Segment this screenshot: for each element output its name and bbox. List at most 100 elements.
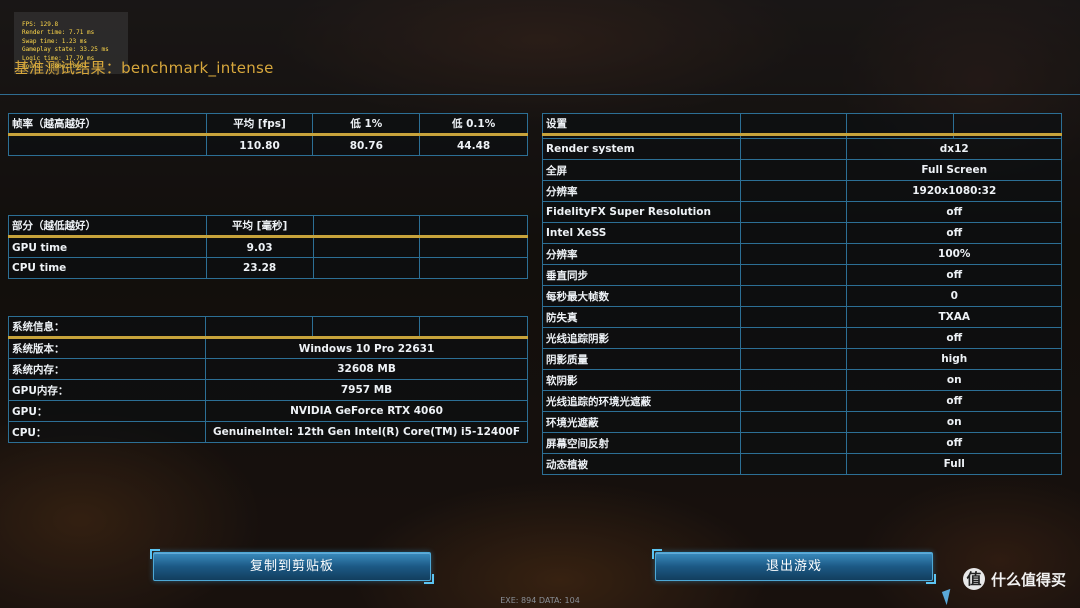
fps-value-low1: 80.76 xyxy=(312,134,421,156)
fps-table: 帧率（越高越好） 平均 [fps] 低 1% 低 0.1% 110.80 80.… xyxy=(8,113,528,156)
settings-header: 设置 xyxy=(542,113,741,136)
watermark-logo-icon: 值 xyxy=(962,568,985,590)
system-row-label: GPU： xyxy=(7,400,207,422)
system-row-label: 系统内存： xyxy=(7,358,207,380)
empty-cell xyxy=(846,113,955,136)
parts-row-label: CPU time xyxy=(8,257,207,279)
empty-cell xyxy=(739,243,848,265)
empty-cell xyxy=(418,316,529,339)
watermark: 值 什么值得买 xyxy=(962,568,1066,590)
debug-line: Swap time: 1.23 ms xyxy=(22,37,88,45)
setting-value: off xyxy=(846,201,1062,223)
setting-label: 分辨率 xyxy=(542,180,741,202)
empty-cell xyxy=(312,257,421,279)
fps-value-label xyxy=(8,134,207,156)
system-row-value: 7957 MB xyxy=(205,379,528,401)
setting-value: off xyxy=(846,222,1062,244)
setting-label: 光线追踪阴影 xyxy=(542,327,741,349)
setting-value: off xyxy=(846,264,1062,286)
setting-label: Intel XeSS xyxy=(542,222,741,244)
setting-label: Render system xyxy=(542,138,741,160)
system-info-table: 系统信息： 系统版本： Windows 10 Pro 22631 系统内存： 3… xyxy=(7,316,529,443)
empty-cell xyxy=(739,138,848,160)
setting-value: 0 xyxy=(846,285,1062,307)
header-divider xyxy=(0,94,1080,95)
empty-cell xyxy=(739,348,848,370)
system-info-header: 系统信息： xyxy=(7,316,207,339)
empty-cell xyxy=(312,316,420,339)
exit-game-button[interactable]: 退出游戏 xyxy=(652,549,936,584)
empty-cell xyxy=(739,453,848,475)
debug-line: FPS: 129.8 xyxy=(22,21,59,28)
setting-label: FidelityFX Super Resolution xyxy=(542,201,741,223)
setting-value: on xyxy=(846,411,1062,433)
empty-cell xyxy=(739,264,848,286)
setting-value: on xyxy=(846,369,1062,391)
parts-header-label: 部分（越低越好） xyxy=(8,215,207,238)
empty-cell xyxy=(739,285,848,307)
setting-value: off xyxy=(846,432,1062,454)
system-row-value: NVIDIA GeForce RTX 4060 xyxy=(205,400,528,422)
empty-cell xyxy=(739,306,848,328)
system-row-value: GenuineIntel: 12th Gen Intel(R) Core(TM)… xyxy=(205,421,528,443)
setting-label: 防失真 xyxy=(542,306,741,328)
setting-value: off xyxy=(846,390,1062,412)
empty-cell xyxy=(739,390,848,412)
empty-cell xyxy=(739,201,848,223)
empty-cell xyxy=(739,159,848,181)
setting-label: 每秒最大帧数 xyxy=(542,285,741,307)
empty-cell xyxy=(739,222,848,244)
system-row-value: Windows 10 Pro 22631 xyxy=(205,337,528,359)
debug-line: Render time: 7.71 ms xyxy=(22,29,95,37)
fps-header-label: 帧率（越高越好） xyxy=(8,113,207,136)
empty-cell xyxy=(739,180,848,202)
setting-label: 软阴影 xyxy=(542,369,741,391)
fps-header-avg: 平均 [fps] xyxy=(205,113,314,136)
setting-value: dx12 xyxy=(846,138,1062,160)
setting-value: high xyxy=(846,348,1062,370)
empty-cell xyxy=(312,236,421,258)
settings-table: 设置 Render system dx12 全屏 Full Screen 分辨率 19… xyxy=(542,113,1062,475)
parts-header-empty xyxy=(312,215,421,238)
copy-to-clipboard-button[interactable]: 复制到剪贴板 xyxy=(150,549,434,584)
parts-row-value: 9.03 xyxy=(205,236,314,258)
system-row-label: 系统版本： xyxy=(7,337,207,359)
fps-header-low01: 低 0.1% xyxy=(419,113,528,136)
setting-value: 100% xyxy=(846,243,1062,265)
setting-label: 阴影质量 xyxy=(542,348,741,370)
page-title: 基准测试结果：benchmark_intense xyxy=(14,59,274,77)
empty-cell xyxy=(419,257,528,279)
setting-label: 分辨率 xyxy=(542,243,741,265)
fps-value-low01: 44.48 xyxy=(419,134,528,156)
debug-line: Gameplay state: 33.25 ms xyxy=(22,46,109,54)
empty-cell xyxy=(739,369,848,391)
setting-label: 全屏 xyxy=(542,159,741,181)
fps-header-low1: 低 1% xyxy=(312,113,421,136)
setting-value: Full Screen xyxy=(846,159,1062,181)
setting-value: off xyxy=(846,327,1062,349)
parts-row-label: GPU time xyxy=(8,236,207,258)
empty-cell xyxy=(739,411,848,433)
fps-value-avg: 110.80 xyxy=(205,134,314,156)
empty-cell xyxy=(739,432,848,454)
system-row-label: CPU： xyxy=(7,421,207,443)
watermark-text: 什么值得买 xyxy=(990,570,1066,589)
empty-cell xyxy=(419,236,528,258)
parts-header-empty xyxy=(419,215,528,238)
empty-cell xyxy=(739,327,848,349)
parts-header-avg: 平均 [毫秒] xyxy=(205,215,314,238)
setting-label: 环境光遮蔽 xyxy=(542,411,741,433)
setting-value: Full xyxy=(846,453,1062,475)
parts-table: 部分（越低越好） 平均 [毫秒] GPU time 9.03 CPU time … xyxy=(8,215,528,279)
setting-label: 屏幕空间反射 xyxy=(542,432,741,454)
build-status-text: EXE: 894 DATA: 104 xyxy=(500,596,580,605)
parts-row-value: 23.28 xyxy=(205,257,314,279)
setting-label: 垂直同步 xyxy=(542,264,741,286)
setting-value: 1920x1080:32 xyxy=(846,180,1062,202)
system-row-value: 32608 MB xyxy=(205,358,528,380)
setting-value: TXAA xyxy=(846,306,1062,328)
empty-cell xyxy=(739,113,848,136)
setting-label: 动态植被 xyxy=(542,453,741,475)
empty-cell xyxy=(953,113,1062,136)
setting-label: 光线追踪的环境光遮蔽 xyxy=(542,390,741,412)
